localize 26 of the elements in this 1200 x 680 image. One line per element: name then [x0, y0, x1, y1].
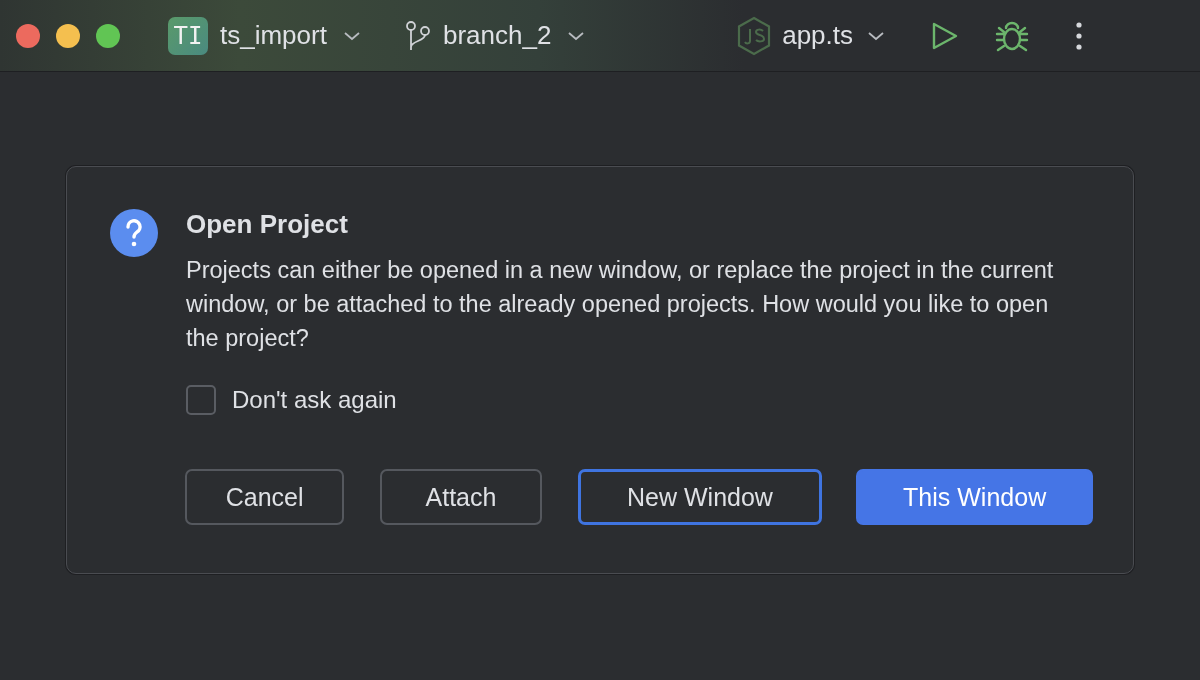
branch-name: branch_2: [442, 20, 552, 51]
more-options-icon[interactable]: [1075, 20, 1083, 51]
dialog-button[interactable]: Cancel: [185, 469, 345, 525]
minimize-button[interactable]: [56, 23, 80, 48]
zoom-button[interactable]: [96, 23, 120, 48]
question-icon: [110, 209, 158, 257]
project-selector[interactable]: TI ts_import: [168, 16, 361, 55]
nodejs-hexagon-icon: [736, 15, 773, 56]
chevron-down-icon: [867, 30, 885, 41]
dialog-button[interactable]: New Window: [577, 469, 823, 525]
debug-bug-icon[interactable]: [995, 19, 1029, 52]
chevron-down-icon: [567, 30, 586, 41]
chevron-down-icon: [342, 30, 361, 41]
dialog-title: Open Project: [186, 209, 349, 239]
run-config-selector[interactable]: app.ts: [736, 15, 885, 56]
checkbox[interactable]: [186, 385, 216, 415]
dialog-message: Projects can either be opened in a new window, or replace the project in the current window, or be attached to the already opened projects. How would you like to open the project?: [186, 256, 1055, 353]
primary-button[interactable]: This Window: [856, 469, 1093, 525]
project-name: ts_import: [220, 20, 327, 51]
branch-icon: [404, 20, 431, 51]
branch-selector[interactable]: branch_2: [404, 20, 586, 51]
run-config-name: app.ts: [782, 20, 853, 51]
close-button[interactable]: [16, 23, 40, 48]
project-badge: TI: [168, 16, 208, 55]
checkbox-label: Don't ask again: [232, 386, 397, 414]
dialog-button[interactable]: Attach: [380, 469, 542, 525]
